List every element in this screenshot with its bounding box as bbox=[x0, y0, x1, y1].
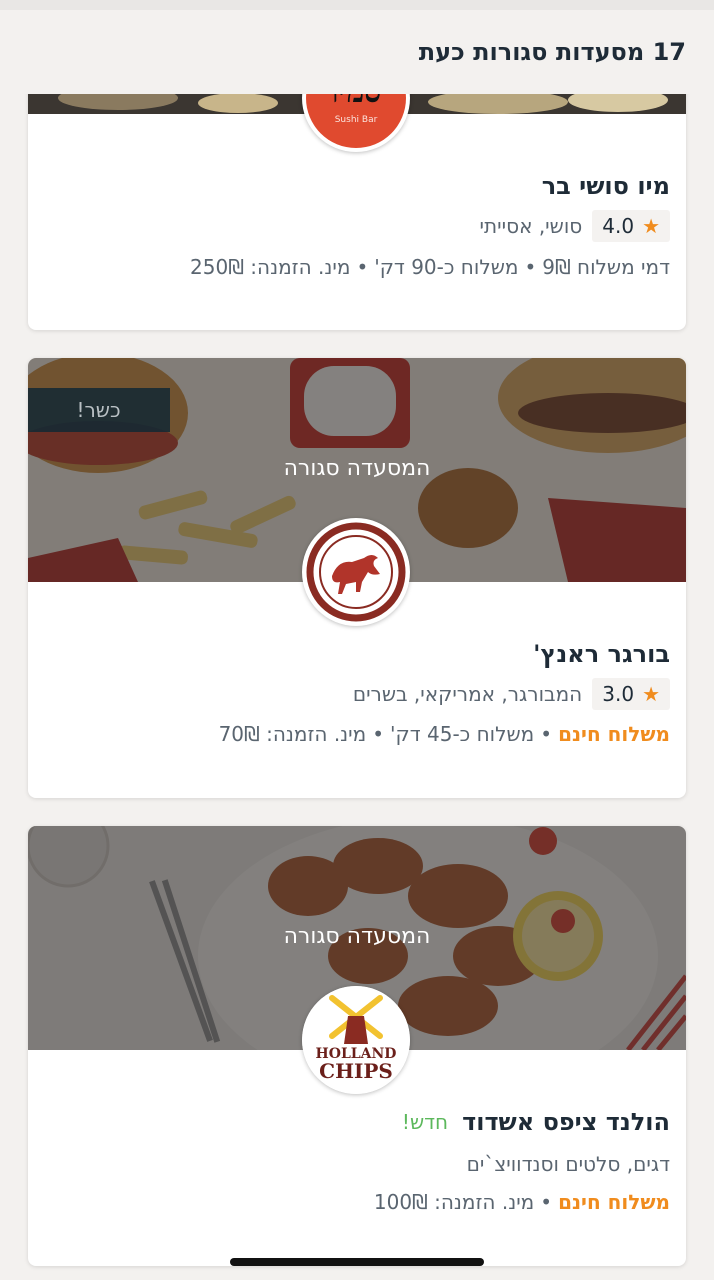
logo-subtext: Sushi Bar bbox=[335, 115, 378, 125]
restaurant-card[interactable]: סמיו Sushi Bar מיו סושי בר 4.0 ★ סושי, א… bbox=[28, 58, 686, 330]
min-order: מינ. הזמנה: 250₪ bbox=[190, 255, 351, 279]
restaurant-logo: HOLLAND CHIPS bbox=[302, 986, 410, 1094]
cuisine-text: סושי, אסייתי bbox=[479, 214, 583, 238]
delivery-info: משלוח חינם•מינ. הזמנה: 100₪ bbox=[373, 1190, 670, 1214]
min-order: מינ. הזמנה: 100₪ bbox=[373, 1190, 535, 1214]
rating-badge: 3.0 ★ bbox=[592, 678, 670, 710]
delivery-fee: דמי משלוח 9₪ bbox=[542, 255, 670, 279]
rating-row: 3.0 ★ המבורגר, אמריקאי, בשרים bbox=[353, 678, 670, 710]
bull-logo-icon bbox=[306, 522, 406, 622]
windmill-logo-icon: HOLLAND CHIPS bbox=[302, 986, 410, 1094]
delivery-time: משלוח כ-90 דק' bbox=[374, 255, 519, 279]
rating-badge: 4.0 ★ bbox=[592, 210, 670, 242]
cuisine-text: המבורגר, אמריקאי, בשרים bbox=[352, 682, 583, 706]
logo-text: CHIPS bbox=[319, 1059, 393, 1083]
closed-label: המסעדה סגורה bbox=[283, 924, 431, 949]
restaurant-card[interactable]: כשר! המסעדה סגורה בורגר ראנץ' 3.0 ★ המבו… bbox=[28, 358, 686, 798]
restaurant-card[interactable]: המסעדה סגורה HOLLAND CHIPS הולנד ציפס אש… bbox=[28, 826, 686, 1266]
cuisine-text: דגים, סלטים וסנדוויצ`ים bbox=[466, 1152, 670, 1176]
min-order: מינ. הזמנה: 70₪ bbox=[218, 722, 367, 746]
rating-value: 4.0 bbox=[602, 214, 635, 238]
restaurant-name-text: הולנד ציפס אשדוד bbox=[462, 1108, 670, 1136]
restaurant-name-text: בורגר ראנץ' bbox=[533, 640, 670, 668]
kosher-badge: כשר! bbox=[28, 388, 170, 432]
page-title: 17 מסעדות סגורות כעת bbox=[418, 38, 686, 66]
cuisine-row: דגים, סלטים וסנדוויצ`ים bbox=[467, 1152, 670, 1176]
restaurant-name-text: מיו סושי בר bbox=[541, 172, 670, 200]
rating-value: 3.0 bbox=[602, 682, 635, 706]
delivery-info: דמי משלוח 9₪•משלוח כ-90 דק'•מינ. הזמנה: … bbox=[190, 255, 670, 279]
restaurant-name: מיו סושי בר bbox=[542, 172, 670, 200]
new-badge: חדש! bbox=[401, 1110, 449, 1134]
star-icon: ★ bbox=[642, 214, 660, 238]
closed-label: המסעדה סגורה bbox=[283, 456, 431, 481]
delivery-fee: משלוח חינם bbox=[558, 722, 670, 746]
page-header: 17 מסעדות סגורות כעת bbox=[0, 10, 714, 94]
home-indicator[interactable] bbox=[230, 1258, 484, 1266]
star-icon: ★ bbox=[642, 682, 660, 706]
restaurant-name: הולנד ציפס אשדוד חדש! bbox=[402, 1108, 670, 1136]
rating-row: 4.0 ★ סושי, אסייתי bbox=[480, 210, 670, 242]
restaurant-name: בורגר ראנץ' bbox=[533, 640, 670, 668]
delivery-time: משלוח כ-45 דק' bbox=[390, 722, 535, 746]
delivery-fee: משלוח חינם bbox=[558, 1190, 670, 1214]
restaurant-logo bbox=[302, 518, 410, 626]
delivery-info: משלוח חינם•משלוח כ-45 דק'•מינ. הזמנה: 70… bbox=[218, 722, 670, 746]
